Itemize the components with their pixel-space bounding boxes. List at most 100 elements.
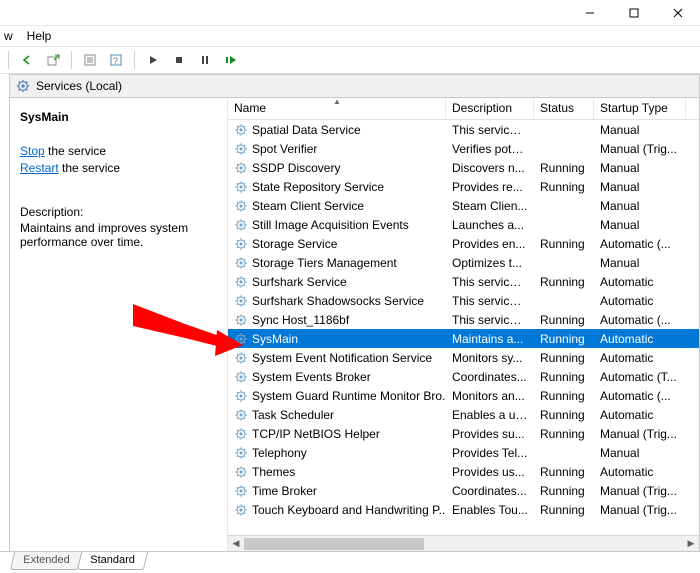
minimize-button[interactable] [568,0,612,25]
scroll-track[interactable] [244,537,683,551]
cell-description: Monitors sy... [446,351,534,365]
table-row[interactable]: Time BrokerCoordinates...RunningManual (… [228,481,699,500]
table-row[interactable]: System Event Notification ServiceMonitor… [228,348,699,367]
cell-name: SSDP Discovery [228,161,446,175]
cell-description: Discovers n... [446,161,534,175]
scroll-left-icon[interactable]: ◀ [228,537,244,551]
cell-description: Monitors an... [446,389,534,403]
cell-startup-type: Manual (Trig... [594,427,686,441]
cell-description: Coordinates... [446,370,534,384]
cell-startup-type: Automatic (... [594,237,686,251]
cell-name: System Events Broker [228,370,446,384]
toolbar-export-icon[interactable] [43,50,63,70]
table-row[interactable]: Spot VerifierVerifies pote...Manual (Tri… [228,139,699,158]
service-name-text: Storage Tiers Management [252,256,397,270]
table-row[interactable]: Still Image Acquisition EventsLaunches a… [228,215,699,234]
cell-description: This service ... [446,123,534,137]
service-gear-icon [234,313,248,327]
restart-link[interactable]: Restart [20,161,59,175]
table-row[interactable]: Task SchedulerEnables a us...RunningAuto… [228,405,699,424]
cell-status: Running [534,389,594,403]
table-row[interactable]: ThemesProvides us...RunningAutomatic [228,462,699,481]
toolbar-separator [134,51,135,69]
service-gear-icon [234,332,248,346]
service-gear-icon [234,123,248,137]
cell-startup-type: Manual [594,180,686,194]
toolbar-properties-icon[interactable] [80,50,100,70]
cell-description: Launches a... [446,218,534,232]
menu-help[interactable]: Help [27,29,52,43]
horizontal-scrollbar[interactable]: ◀ ▶ [228,535,699,551]
table-row[interactable]: Surfshark Shadowsocks ServiceThis servic… [228,291,699,310]
table-row[interactable]: Touch Keyboard and Handwriting P...Enabl… [228,500,699,519]
cell-description: Optimizes t... [446,256,534,270]
service-name-text: Themes [252,465,295,479]
service-gear-icon [234,408,248,422]
cell-name: System Event Notification Service [228,351,446,365]
toolbar-separator [8,51,9,69]
col-status[interactable]: Status [534,98,594,119]
table-row[interactable]: SysMainMaintains a...RunningAutomatic [228,329,699,348]
service-gear-icon [234,275,248,289]
cell-description: Provides re... [446,180,534,194]
table-row[interactable]: Storage ServiceProvides en...RunningAuto… [228,234,699,253]
cell-description: Maintains a... [446,332,534,346]
table-row[interactable]: Steam Client ServiceSteam Clien...Manual [228,196,699,215]
cell-status: Running [534,408,594,422]
maximize-button[interactable] [612,0,656,25]
toolbar-back-icon[interactable] [17,50,37,70]
table-row[interactable]: Sync Host_1186bfThis service ...RunningA… [228,310,699,329]
cell-name: Steam Client Service [228,199,446,213]
table-row[interactable]: Surfshark ServiceThis service ...Running… [228,272,699,291]
cell-description: Provides Tel... [446,446,534,460]
toolbar-restart-icon[interactable] [221,50,241,70]
description-label: Description: [20,205,217,219]
list-pane: ▲ Name Description Status Startup Type S… [228,98,699,551]
service-gear-icon [234,446,248,460]
toolbar-stop-icon[interactable] [169,50,189,70]
toolbar-pause-icon[interactable] [195,50,215,70]
stop-link[interactable]: Stop [20,144,45,158]
service-name-text: System Guard Runtime Monitor Bro... [252,389,446,403]
cell-name: Themes [228,465,446,479]
table-row[interactable]: Spatial Data ServiceThis service ...Manu… [228,120,699,139]
table-row[interactable]: System Events BrokerCoordinates...Runnin… [228,367,699,386]
toolbar-help-icon[interactable]: ? [106,50,126,70]
scroll-thumb[interactable] [244,538,424,550]
cell-status: Running [534,465,594,479]
service-gear-icon [234,389,248,403]
pane-header: Services (Local) [10,74,700,98]
cell-status: Running [534,237,594,251]
cell-startup-type: Manual (Trig... [594,484,686,498]
col-description[interactable]: Description [446,98,534,119]
cell-startup-type: Manual [594,256,686,270]
cell-status: Running [534,275,594,289]
cell-name: Surfshark Service [228,275,446,289]
tab-standard[interactable]: Standard [77,552,148,570]
cell-startup-type: Automatic [594,408,686,422]
cell-name: TCP/IP NetBIOS Helper [228,427,446,441]
table-row[interactable]: Storage Tiers Management Optimizes t... Ma… [228,253,699,272]
toolbar-start-icon[interactable] [143,50,163,70]
menu-view[interactable]: w [4,29,13,43]
sort-ascending-icon: ▲ [333,98,341,106]
titlebar [0,0,700,26]
tab-extended[interactable]: Extended [10,552,83,570]
cell-status: Running [534,161,594,175]
close-button[interactable] [656,0,700,25]
table-row[interactable]: System Guard Runtime Monitor Bro...Monit… [228,386,699,405]
cell-startup-type: Automatic (T... [594,370,686,384]
col-startup-type[interactable]: Startup Type [594,98,686,119]
service-name-text: Touch Keyboard and Handwriting P... [252,503,446,517]
selected-service-name: SysMain [20,110,217,124]
table-row[interactable]: State Repository ServiceProvides re...Ru… [228,177,699,196]
service-gear-icon [234,218,248,232]
cell-startup-type: Manual [594,199,686,213]
cell-name: State Repository Service [228,180,446,194]
table-row[interactable]: SSDP DiscoveryDiscovers n...RunningManua… [228,158,699,177]
table-row[interactable]: TCP/IP NetBIOS HelperProvides su...Runni… [228,424,699,443]
scroll-right-icon[interactable]: ▶ [683,537,699,551]
table-row[interactable]: TelephonyProvides Tel...Manual [228,443,699,462]
cell-description: This service ... [446,275,534,289]
cell-status: Running [534,332,594,346]
